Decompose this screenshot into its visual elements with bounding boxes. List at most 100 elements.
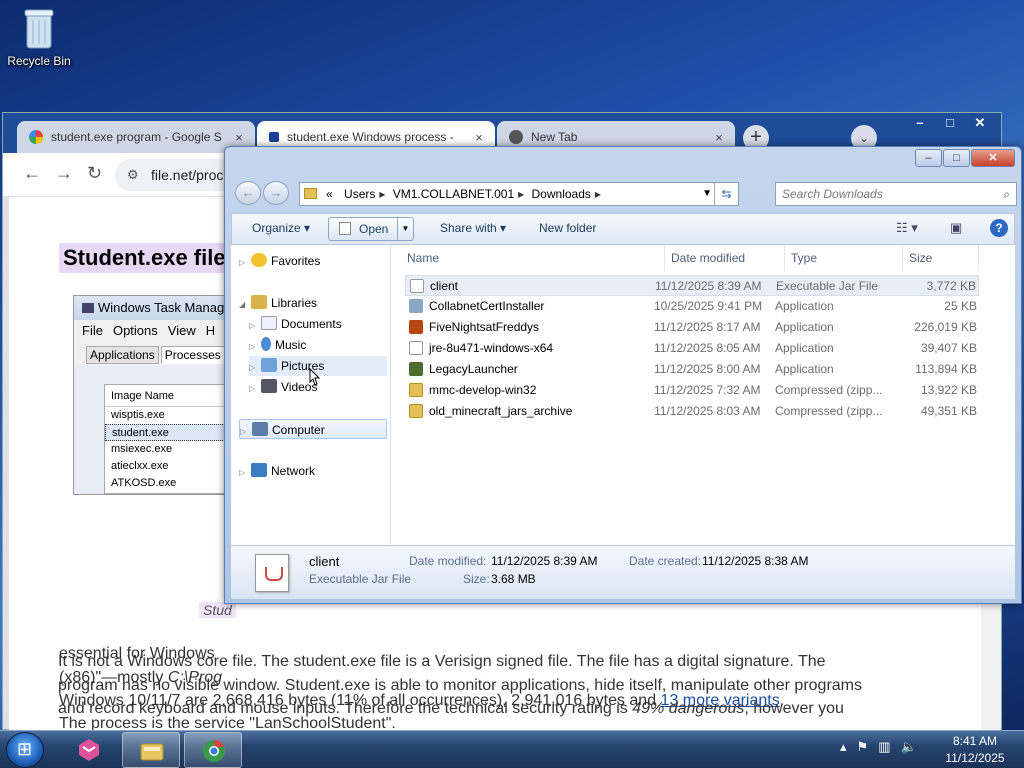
breadcrumb-overflow[interactable]: «: [326, 187, 333, 201]
details-file-name: client: [309, 554, 340, 569]
preview-pane-icon[interactable]: ▣: [950, 220, 962, 236]
nav-computer[interactable]: ▷ Computer: [239, 419, 387, 439]
details-pane: client Executable Jar File Date modified…: [231, 545, 1015, 599]
task-manager-icon: [82, 303, 94, 313]
taskbar: ▴ ⚑ ▥ 🔈 8:41 AM 11/12/2025: [0, 730, 1024, 768]
address-dropdown-icon[interactable]: ▼: [702, 183, 712, 205]
zip-icon: [409, 404, 423, 418]
new-folder-button[interactable]: New folder: [539, 221, 596, 235]
nav-libraries[interactable]: ◢ Libraries: [239, 293, 317, 313]
show-hidden-icons-icon[interactable]: ▴: [840, 739, 847, 755]
close-tab-icon[interactable]: ×: [471, 130, 487, 145]
folder-icon: [140, 743, 164, 761]
app-icon: [79, 739, 99, 761]
network-icon: [251, 463, 267, 477]
nav-videos[interactable]: ▷ Videos: [249, 377, 317, 397]
file-row[interactable]: CollabnetCertInstaller 10/25/2025 9:41 PM…: [405, 296, 979, 317]
file-row[interactable]: old_minecraft_jars_archive 11/12/2025 8:0…: [405, 401, 979, 422]
command-bar: Organize ▾ Open ▼ Share with ▾ New folde…: [231, 213, 1015, 245]
nav-music[interactable]: ▷ Music: [249, 335, 306, 355]
details-value: 3.68 MB: [491, 572, 536, 586]
organize-button[interactable]: Organize ▾: [252, 221, 310, 235]
open-dropdown-icon[interactable]: ▼: [397, 218, 413, 240]
task-manager-tabs: Applications Processes: [74, 342, 232, 366]
clock[interactable]: 8:41 AM 11/12/2025: [940, 733, 1010, 767]
file-row[interactable]: jre-8u471-windows-x64 11/12/2025 8:05 AM A…: [405, 338, 979, 359]
file-row[interactable]: client 11/12/2025 8:39 AM Executable Jar F…: [405, 275, 979, 296]
search-input[interactable]: Search Downloads ⌕: [775, 182, 1017, 206]
nav-documents[interactable]: ▷ Documents: [249, 314, 342, 334]
task-manager-title: Windows Task Manager: [74, 296, 232, 320]
details-label: Date modified:: [409, 554, 487, 568]
maximize-icon[interactable]: □: [935, 113, 965, 133]
column-date-modified[interactable]: Date modified: [665, 245, 785, 271]
window-controls: – □ ✕: [905, 113, 995, 133]
process-list: Image Name wisptis.exe student.exe msiex…: [104, 384, 232, 494]
close-tab-icon[interactable]: ×: [231, 130, 247, 145]
pictures-icon: [261, 358, 277, 372]
reload-icon[interactable]: ↻: [87, 163, 102, 184]
jar-icon: [410, 279, 424, 293]
music-icon: [261, 337, 271, 351]
videos-icon: [261, 379, 277, 393]
column-type[interactable]: Type: [785, 245, 903, 271]
details-label: Size:: [463, 572, 490, 586]
file-list: Name Date modified Type Size client 11/12…: [391, 245, 1015, 545]
taskbar-app-pinned[interactable]: [60, 732, 118, 768]
site-info-icon[interactable]: ⚙: [127, 159, 139, 191]
explorer-window-controls: – □ ✕: [915, 149, 1015, 167]
minimize-icon[interactable]: –: [905, 113, 935, 133]
tab-google-search[interactable]: student.exe program - Google S ×: [17, 121, 255, 153]
maximize-icon[interactable]: □: [943, 149, 970, 167]
file-row[interactable]: FiveNightsatFreddys 11/12/2025 8:17 AM App…: [405, 317, 979, 338]
close-tab-icon[interactable]: ×: [711, 130, 727, 145]
minimize-icon[interactable]: –: [915, 149, 942, 167]
details-label: Date created:: [629, 554, 702, 568]
computer-icon: [252, 422, 268, 436]
open-button[interactable]: Open ▼: [328, 217, 414, 241]
breadcrumb-user[interactable]: VM1.COLLABNET.001: [393, 187, 514, 201]
view-options-icon[interactable]: ☷ ▾: [896, 220, 918, 236]
column-size[interactable]: Size: [903, 245, 979, 271]
refresh-icon[interactable]: ⇆: [714, 183, 738, 205]
tab-title: New Tab: [531, 130, 578, 144]
recycle-bin[interactable]: Recycle Bin: [4, 6, 74, 68]
address-row: ← → « Users ▸ VM1.COLLABNET.001 ▸ Download…: [231, 179, 1017, 207]
nav-network[interactable]: ▷ Network: [239, 461, 315, 481]
back-icon[interactable]: ←: [235, 181, 261, 205]
paragraph-line: program has no visible window. Student.e…: [58, 677, 862, 694]
explorer-window: – □ ✕ ← → « Users ▸ VM1.COLLABNET.001 ▸ Do…: [224, 146, 1022, 604]
share-with-button[interactable]: Share with ▾: [440, 221, 506, 235]
help-icon[interactable]: ?: [990, 219, 1008, 237]
clock-time: 8:41 AM: [952, 734, 998, 748]
paragraph-line: It is not a Windows core file. The stude…: [58, 653, 826, 670]
search-icon[interactable]: ⌕: [1003, 183, 1010, 205]
network-icon[interactable]: ▥: [878, 739, 890, 755]
file-row[interactable]: mmc-develop-win32 11/12/2025 7:32 AM Compr…: [405, 380, 979, 401]
column-name[interactable]: Name: [401, 245, 665, 271]
address-text: file.net/proc: [151, 167, 224, 183]
close-icon[interactable]: ✕: [971, 149, 1015, 167]
page-heading: Student.exe file: [59, 243, 230, 273]
back-icon[interactable]: ←: [23, 163, 41, 184]
action-center-icon[interactable]: ⚑: [857, 739, 869, 755]
close-icon[interactable]: ✕: [965, 113, 995, 133]
forward-icon[interactable]: →: [263, 181, 289, 205]
taskbar-explorer[interactable]: [122, 732, 180, 768]
task-manager-menu: File Options View H: [74, 320, 232, 342]
file-row[interactable]: LegacyLauncher 11/12/2025 8:00 AM Applicat…: [405, 359, 979, 380]
task-manager-screenshot: Windows Task Manager File Options View H Ap…: [73, 295, 233, 495]
breadcrumb-users[interactable]: Users: [344, 187, 375, 201]
folder-icon: [304, 188, 317, 199]
details-value: 11/12/2025 8:39 AM: [491, 554, 598, 568]
nav-favorites[interactable]: ▷ Favorites: [239, 251, 320, 271]
volume-icon[interactable]: 🔈: [900, 739, 916, 755]
explorer-address-bar[interactable]: « Users ▸ VM1.COLLABNET.001 ▸ Downloads ▸ ▼…: [299, 182, 739, 206]
paragraph-line: and record keyboard and mouse inputs. Th…: [58, 700, 844, 717]
launcher-icon: [409, 362, 423, 376]
breadcrumb-downloads[interactable]: Downloads: [532, 187, 591, 201]
tab-title: student.exe program - Google S: [51, 130, 222, 144]
start-button[interactable]: [6, 732, 44, 768]
taskbar-chrome[interactable]: [184, 732, 242, 768]
forward-icon[interactable]: →: [55, 163, 73, 184]
